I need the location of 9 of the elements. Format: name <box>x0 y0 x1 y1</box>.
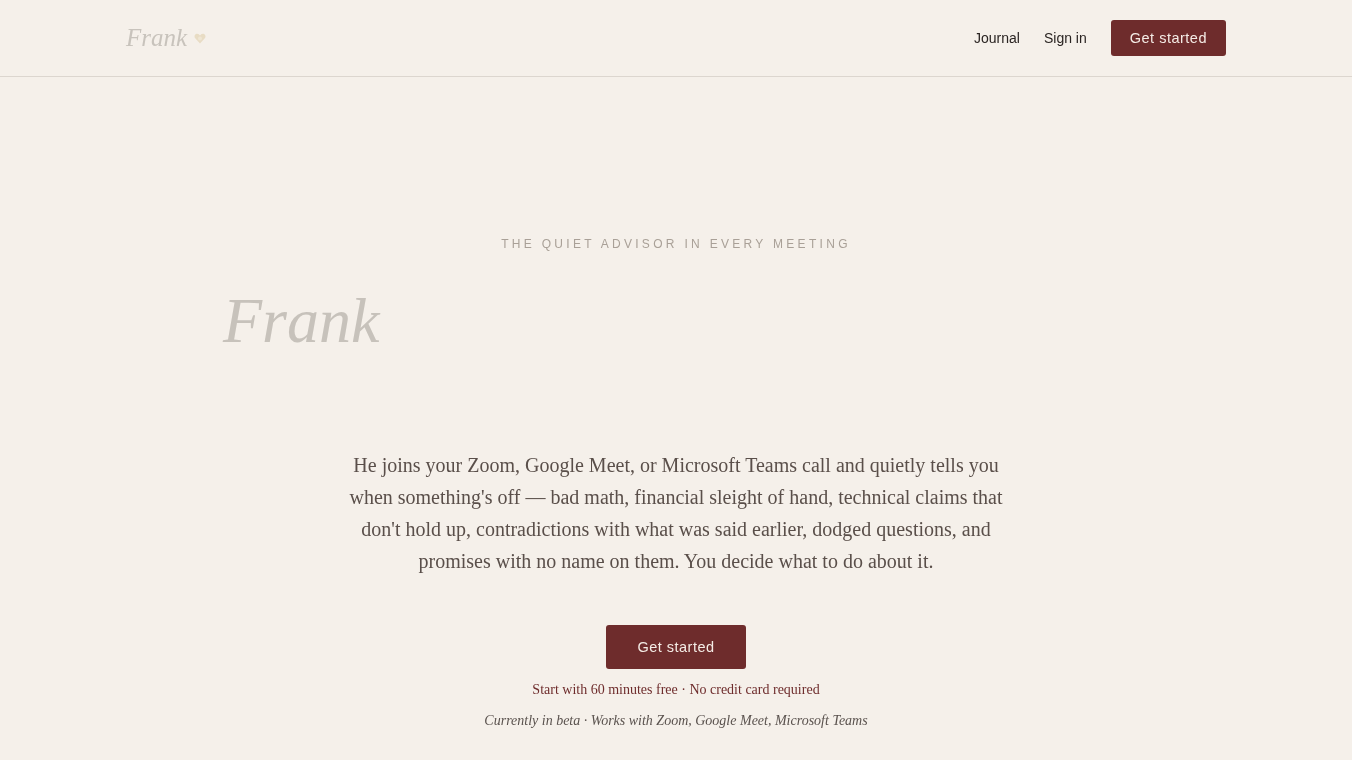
beta-note: Currently in beta · Works with Zoom, Google Meet, Microsoft Teams <box>484 712 868 730</box>
hero-eyebrow: THE QUIET ADVISOR IN EVERY MEETING <box>501 237 851 251</box>
nav-link[interactable]: Sign in <box>1043 30 1087 46</box>
get-started-button[interactable]: Get started <box>1110 20 1226 56</box>
get-started-button[interactable]: Get started <box>606 625 746 669</box>
pricing-note: Start with 60 minutes free · No credit card required <box>532 681 820 699</box>
heart-icon <box>194 32 207 44</box>
nav-link[interactable]: Journal <box>974 30 1020 46</box>
hero-description: He joins your Zoom, Google Meet, or Microsoft Teams call and quietly tells you when something's off — bad math, financial sleight of hand, technical claims that don't hold up, contradictions with what was said earlier, dodged questions, and promises with no name on them. You decide what to do about it. <box>348 453 1004 575</box>
